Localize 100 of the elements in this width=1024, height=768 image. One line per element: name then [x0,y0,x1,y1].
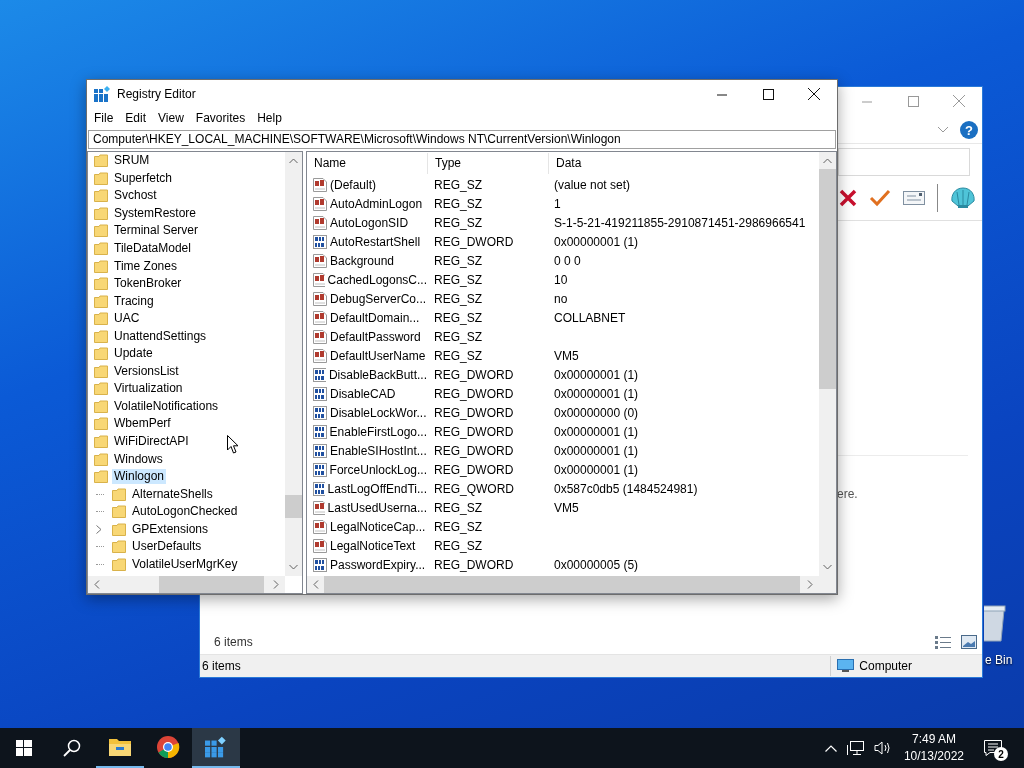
value-name[interactable]: DisableLockWor... [330,405,427,420]
value-name[interactable]: AutoLogonSID [330,215,409,230]
tree-item[interactable]: VersionsList [112,363,181,379]
value-name[interactable]: LastLogOffEndTi... [327,481,427,496]
value-name[interactable]: DisableCAD [330,386,396,401]
network-icon[interactable] [846,740,864,756]
value-name[interactable]: LegalNoticeText [330,538,416,553]
scroll-up-icon[interactable] [289,158,298,164]
status-text: 6 items [201,659,241,673]
scrollbar-thumb[interactable] [159,576,264,593]
volume-icon[interactable] [873,741,891,755]
tree-item[interactable]: Terminal Server [112,223,201,239]
scroll-left-icon[interactable] [313,580,319,589]
value-name[interactable]: (Default) [330,177,376,192]
value-name[interactable]: LegalNoticeCap... [330,519,426,534]
tree-item[interactable]: Windows [112,451,165,467]
value-name[interactable]: AutoAdminLogon [330,196,423,211]
tree-item[interactable]: Svchost [112,188,159,204]
value-name[interactable]: PasswordExpiry... [330,557,426,572]
value-name[interactable]: CachedLogonsC... [327,272,427,287]
tree-item[interactable]: AutoLogonChecked [130,504,240,520]
column-header[interactable]: Type [428,153,549,174]
tree-item[interactable]: AlternateShells [130,486,215,502]
value-data: 0x00000001 (1) [553,386,639,401]
value-data: 0 0 0 [553,253,581,268]
scrollbar[interactable] [88,576,285,593]
tree-item[interactable]: UAC [112,311,142,327]
folder-icon [94,452,108,466]
checkmark-icon[interactable] [869,189,891,207]
tree-item[interactable]: Update [112,346,155,362]
tree-item[interactable]: SystemRestore [112,205,199,221]
tree-item[interactable]: VolatileUserMgrKey [130,556,240,572]
tree-item[interactable]: UnattendSettings [112,328,209,344]
scroll-up-icon[interactable] [823,158,832,164]
folder-icon [94,206,108,220]
value-name[interactable]: LastUsedUserna... [327,500,427,515]
string-value-icon [313,253,327,268]
scrollbar-thumb[interactable] [285,495,302,518]
tree-item[interactable]: Time Zones [112,258,179,274]
value-name[interactable]: DefaultPassword [330,329,421,344]
notification-icon[interactable] [984,740,1002,756]
location-text: Computer [859,659,912,673]
shell-icon[interactable] [950,187,976,209]
scrollbar-thumb[interactable] [819,169,836,389]
help-button[interactable]: ? [960,121,978,139]
scrollbar[interactable] [285,152,302,576]
tree-item[interactable]: TokenBroker [112,276,184,292]
value-name[interactable]: AutoRestartShell [330,234,421,249]
input-field[interactable] [838,148,970,176]
scrollbar[interactable] [819,152,836,576]
tree-item[interactable]: SRUM [112,153,152,169]
value-name[interactable]: Background [330,253,395,268]
taskbar-app[interactable] [192,728,240,768]
clock-date[interactable]: 10/13/2022 [903,748,964,765]
thumbnail-view-icon[interactable] [961,635,977,649]
chevron-down-icon[interactable] [938,127,948,133]
menu-item[interactable]: Help [251,111,288,125]
menu-item[interactable]: Edit [119,111,153,125]
value-type: REG_SZ [433,196,483,211]
scroll-right-icon[interactable] [807,580,813,589]
string-value-icon [313,215,327,230]
value-name[interactable]: DefaultUserName [330,348,426,363]
scroll-down-icon[interactable] [823,564,832,570]
tree-item[interactable]: UserDefaults [130,539,204,555]
tree-item[interactable]: GPExtensions [130,521,211,537]
menu-item[interactable]: View [152,111,190,125]
clock-time[interactable]: 7:49 AM [911,731,956,748]
menu-item[interactable]: Favorites [189,111,252,125]
tree-item[interactable]: WiFiDirectAPI [112,434,191,449]
maximize-icon [907,95,919,107]
card-icon[interactable] [903,191,925,205]
menu-item[interactable]: File [88,111,120,125]
value-name[interactable]: EnableFirstLogo... [329,424,427,439]
scroll-down-icon[interactable] [289,564,298,570]
chevron-up-icon[interactable] [824,744,837,752]
tree-item[interactable]: Superfetch [112,170,175,186]
tree-item[interactable]: WbemPerf [112,416,173,432]
column-header[interactable]: Data [549,153,819,174]
value-name[interactable]: DefaultDomain... [330,310,420,325]
value-name[interactable]: DebugServerCo... [330,291,427,306]
tree-item[interactable]: Tracing [112,293,156,309]
value-data: 0x00000001 (1) [553,462,639,477]
desktop-icon-label[interactable]: e Bin [985,653,1013,667]
tree-item[interactable]: Virtualization [112,381,185,397]
delete-icon[interactable] [839,189,857,207]
scroll-right-icon[interactable] [273,580,279,589]
address-bar[interactable]: Computer\HKEY_LOCAL_MACHINE\SOFTWARE\Microsoft\Windows NT\CurrentVersion\Winlogon [88,130,836,149]
binary-value-icon [313,481,325,496]
value-name[interactable]: DisableBackButt... [328,367,427,382]
tree-item[interactable]: Winlogon [112,469,167,485]
value-name[interactable]: EnableSIHostInt... [330,443,427,458]
tree-item[interactable]: TileDataModel [112,241,193,256]
value-name[interactable]: ForceUnlockLog... [329,462,427,477]
details-view-icon[interactable] [935,635,951,649]
recycle-bin-icon[interactable] [984,604,1008,642]
tree-item[interactable]: VolatileNotifications [112,398,221,414]
column-header[interactable]: Name [307,153,428,174]
value-type: REG_DWORD [433,424,515,439]
scroll-left-icon[interactable] [94,580,100,589]
expand-icon[interactable] [96,524,102,534]
